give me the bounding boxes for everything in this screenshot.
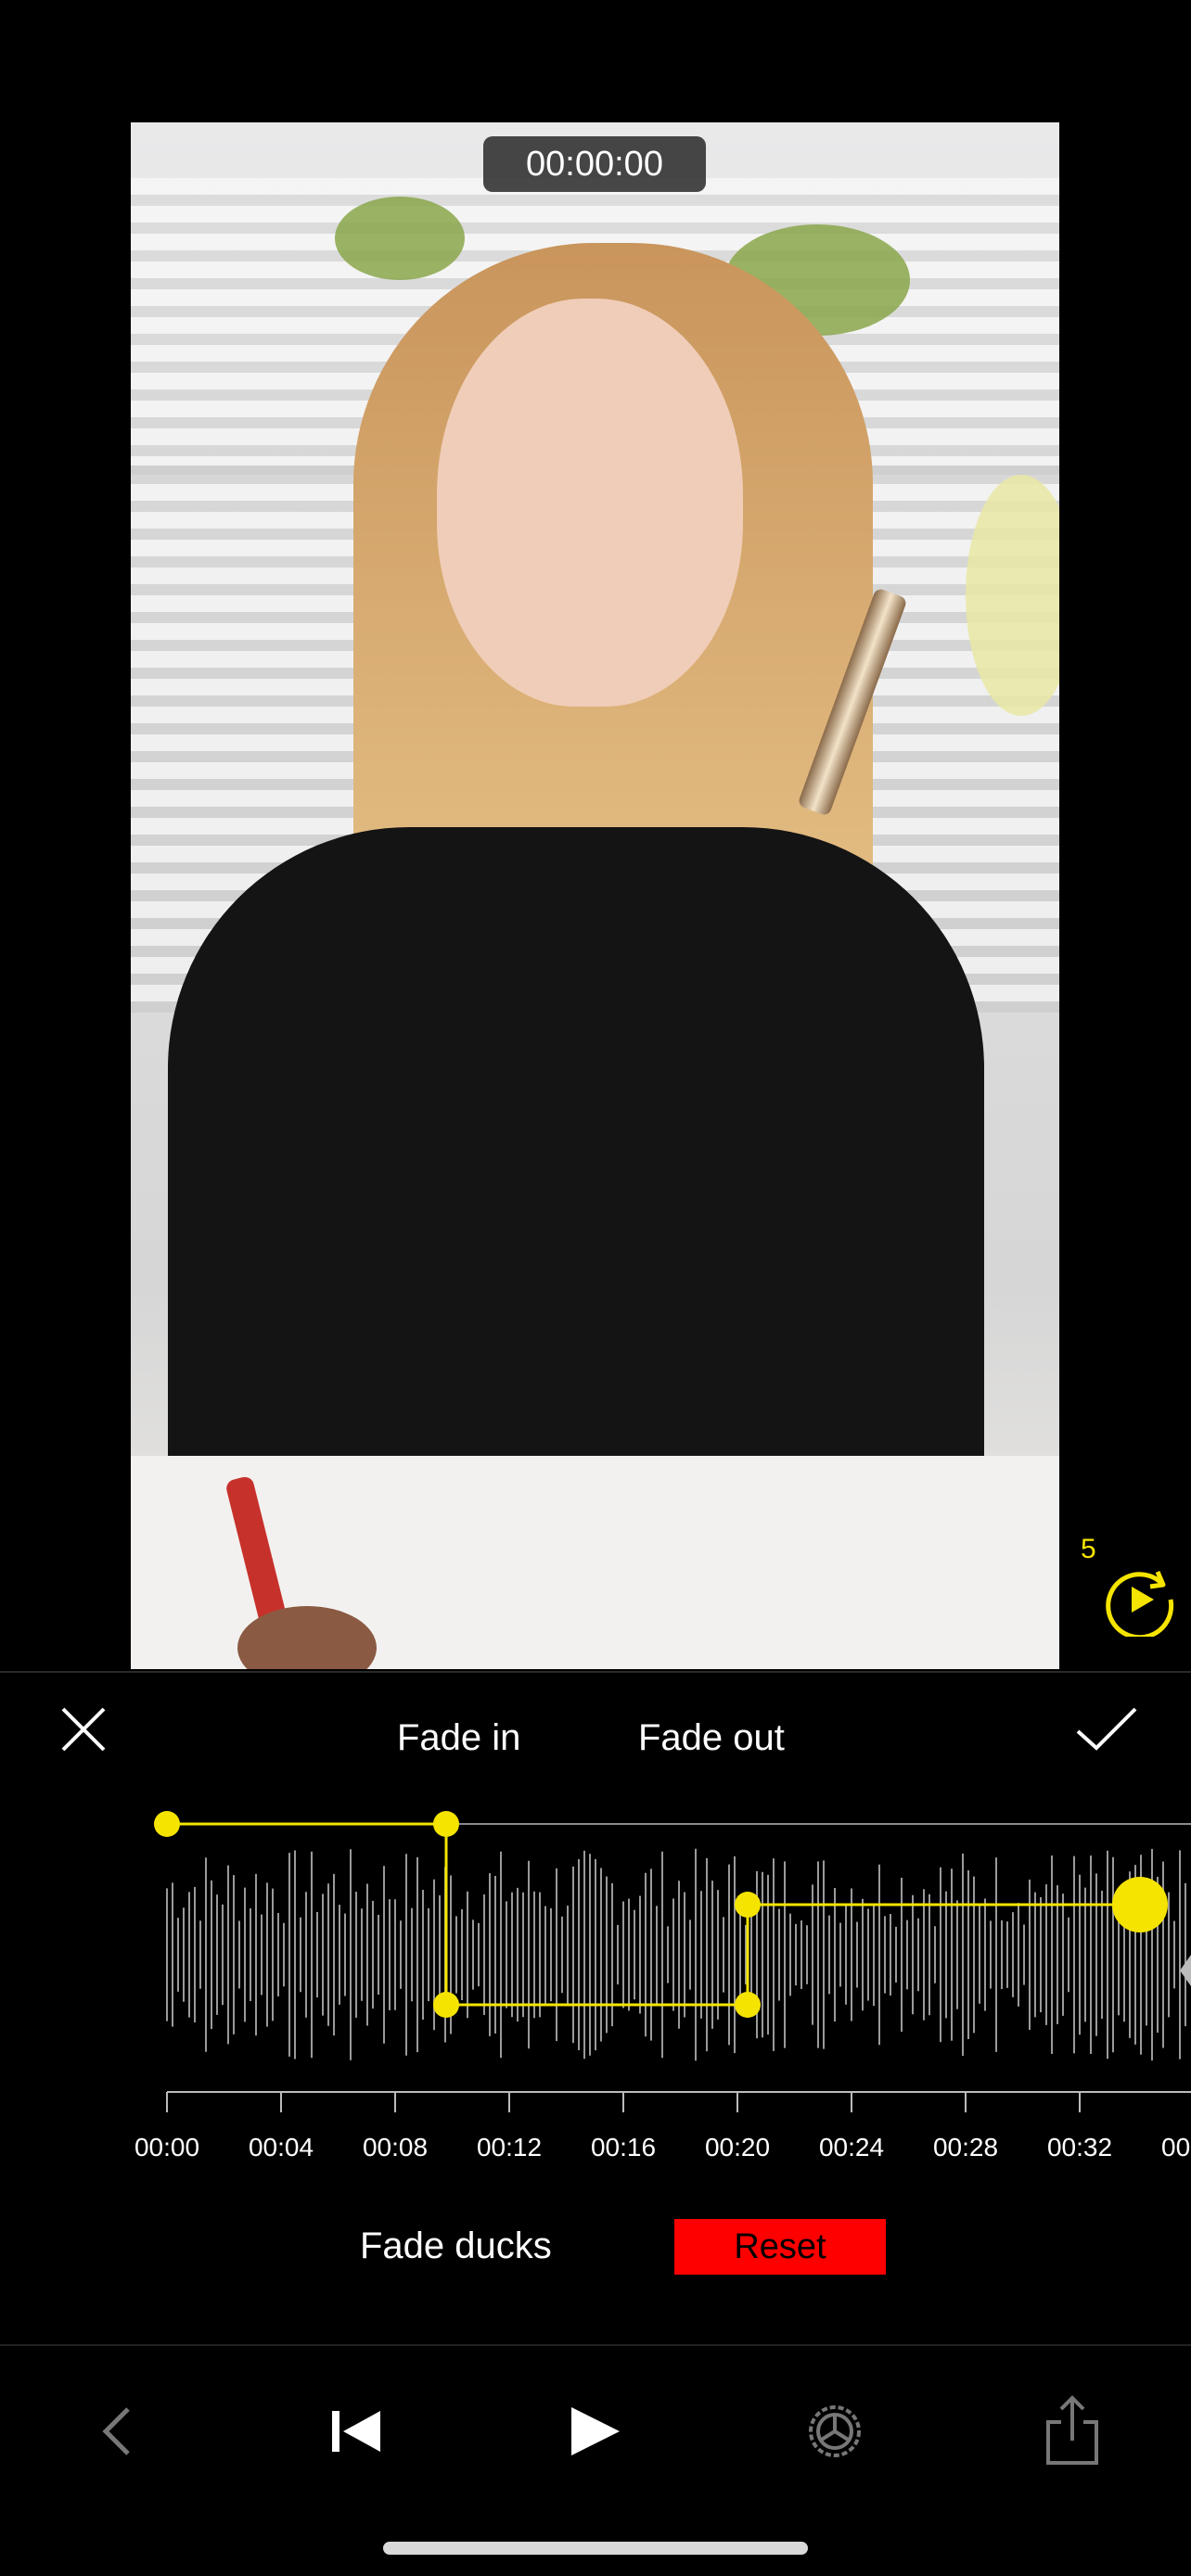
replay-count: 5: [1081, 1534, 1096, 1564]
ruler-label: 00:12: [476, 2133, 543, 2162]
settings-button[interactable]: [798, 2394, 872, 2468]
replay-button[interactable]: [1102, 1562, 1176, 1640]
ruler-label: 00:24: [818, 2133, 885, 2162]
replay-icon: [1106, 1571, 1174, 1640]
timeline-ruler: 00:00 00:04 00:08 00:12 00:16 00:20 00:2…: [0, 2086, 1191, 2179]
audio-waveform-editor[interactable]: [0, 1804, 1191, 2100]
envelope-handle[interactable]: [735, 1892, 761, 1918]
ruler-ticks: [166, 2091, 1191, 2112]
skip-to-start-icon: [332, 2411, 380, 2452]
ruler-label: 00:28: [932, 2133, 999, 2162]
panel-divider: [0, 1671, 1191, 1673]
ruler-label: 00:04: [248, 2133, 314, 2162]
home-indicator: [383, 2542, 808, 2555]
tab-fade-in[interactable]: Fade in: [397, 1717, 520, 1759]
ruler-label: 00:08: [362, 2133, 429, 2162]
ruler-label: 00:16: [590, 2133, 657, 2162]
playhead-handle[interactable]: [1112, 1877, 1168, 1932]
fade-ducks-label[interactable]: Fade ducks: [360, 2225, 552, 2267]
skip-to-start-button[interactable]: [319, 2394, 393, 2468]
envelope-handle[interactable]: [735, 1992, 761, 2018]
waveform-bars: [166, 1848, 1186, 2061]
volume-envelope: [167, 1822, 1140, 2007]
envelope-handle[interactable]: [433, 1811, 459, 1837]
ruler-label: 00:00: [134, 2133, 200, 2162]
checkmark-icon: [1076, 1707, 1137, 1751]
envelope-handle[interactable]: [433, 1992, 459, 2018]
back-chevron-icon: [102, 2407, 130, 2455]
timecode-display: 00:00:00: [483, 136, 706, 192]
video-preview[interactable]: [131, 122, 1059, 1669]
close-button[interactable]: [56, 1702, 111, 1757]
play-button[interactable]: [558, 2394, 633, 2468]
share-icon: [1046, 2395, 1098, 2465]
play-icon: [571, 2407, 620, 2455]
envelope-handle[interactable]: [154, 1811, 180, 1837]
toolbar-divider: [0, 2344, 1191, 2346]
settings-icon: [809, 2405, 861, 2457]
plant: [335, 197, 465, 280]
confirm-button[interactable]: [1074, 1702, 1139, 1757]
share-button[interactable]: [1035, 2394, 1109, 2468]
tab-fade-out[interactable]: Fade out: [638, 1717, 785, 1759]
ruler-label: 00: [1161, 2133, 1191, 2162]
back-button[interactable]: [83, 2394, 158, 2468]
reset-button[interactable]: Reset: [674, 2219, 886, 2275]
person-face: [437, 299, 743, 707]
close-icon: [61, 1707, 106, 1752]
ruler-label: 00:32: [1046, 2133, 1113, 2162]
ruler-label: 00:20: [704, 2133, 771, 2162]
